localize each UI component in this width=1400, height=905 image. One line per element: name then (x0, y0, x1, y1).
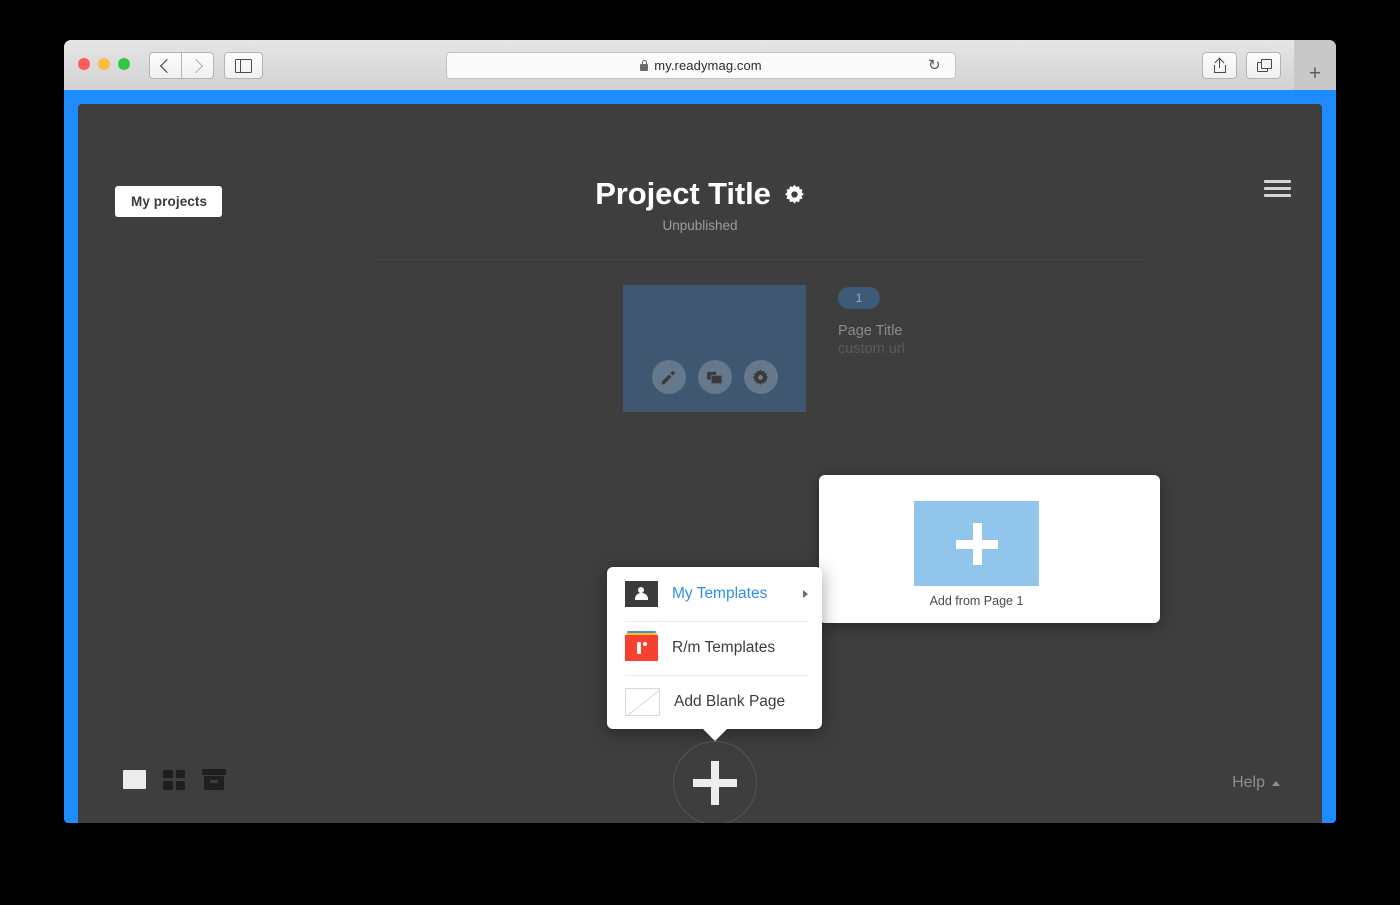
menu-pointer (701, 728, 728, 741)
accent-frame: My projects Project Title Unpublished 1 … (64, 90, 1336, 823)
forward-button[interactable] (182, 52, 214, 79)
browser-toolbar: my.readymag.com ↻ + (64, 40, 1336, 102)
page-url[interactable]: custom url (838, 341, 1008, 357)
minimize-window-button[interactable] (98, 58, 110, 70)
navigation-buttons (149, 52, 214, 79)
page-card: 1 Page Title custom url (623, 285, 905, 412)
chevron-right-icon (803, 590, 808, 598)
window-controls (78, 58, 130, 70)
chevron-right-icon (188, 58, 204, 73)
page-number-badge: 1 (838, 287, 880, 309)
page-thumbnail[interactable] (623, 285, 806, 412)
page-name[interactable]: Page Title (838, 323, 1008, 339)
page-meta: 1 Page Title custom url (838, 287, 1008, 357)
chevron-left-icon (159, 58, 175, 73)
browser-window: my.readymag.com ↻ + My projects Project … (64, 40, 1336, 823)
page-title: Project Title (595, 176, 771, 211)
archive-view-button[interactable] (202, 769, 226, 790)
user-icon (625, 581, 658, 607)
share-button[interactable] (1202, 52, 1237, 79)
edit-page-button[interactable] (651, 360, 686, 394)
page-settings-button[interactable] (743, 360, 778, 394)
gear-icon[interactable] (784, 184, 805, 205)
project-status: Unpublished (662, 218, 738, 233)
caret-up-icon (1272, 780, 1280, 786)
back-button[interactable] (149, 52, 182, 79)
add-page-context-menu: My Templates R/m Templates Add Blank Pag… (607, 567, 822, 741)
add-from-page-caption: Add from Page 1 (929, 594, 1024, 608)
blank-page-icon (625, 688, 660, 716)
add-from-page-thumbnail[interactable] (914, 501, 1039, 586)
menu-item-rm-templates[interactable]: R/m Templates (607, 621, 822, 675)
add-from-page-panel: Add from Page 1 (819, 475, 1160, 623)
project-header: Project Title Unpublished (78, 176, 1322, 233)
menu-item-add-blank-page[interactable]: Add Blank Page (607, 675, 822, 729)
sidebar-toggle-button[interactable] (224, 52, 263, 79)
single-view-button[interactable] (123, 770, 146, 789)
hamburger-menu-icon[interactable] (1264, 180, 1291, 197)
header-divider (373, 259, 1147, 260)
show-tabs-icon (1256, 59, 1272, 72)
menu-item-my-templates[interactable]: My Templates (607, 567, 822, 621)
menu-item-label: My Templates (672, 585, 768, 602)
view-mode-toolbar (123, 769, 226, 790)
project-title-row: Project Title (595, 176, 805, 212)
lock-icon (640, 59, 649, 71)
reload-icon[interactable]: ↻ (928, 58, 943, 73)
toolbar-right-buttons (1202, 52, 1281, 79)
plus-icon (955, 522, 998, 565)
help-label: Help (1232, 774, 1265, 791)
address-bar-content: my.readymag.com (640, 58, 762, 73)
help-button[interactable]: Help (1232, 774, 1280, 792)
add-page-button[interactable] (673, 741, 757, 823)
show-tabs-button[interactable] (1246, 52, 1281, 79)
screenshot-root: my.readymag.com ↻ + My projects Project … (0, 0, 1400, 905)
sidebar-toggle-icon (235, 58, 252, 73)
close-window-button[interactable] (78, 58, 90, 70)
share-icon (1213, 57, 1226, 73)
page-actions (651, 360, 778, 394)
menu-item-label: Add Blank Page (674, 693, 786, 710)
url-text: my.readymag.com (654, 58, 762, 73)
maximize-window-button[interactable] (118, 58, 130, 70)
readymag-app: My projects Project Title Unpublished 1 … (78, 104, 1322, 823)
grid-view-button[interactable] (163, 769, 185, 790)
menu-item-label: R/m Templates (672, 639, 776, 656)
address-bar[interactable]: my.readymag.com ↻ (446, 52, 956, 79)
duplicate-page-button[interactable] (697, 360, 732, 394)
plus-icon (693, 761, 737, 805)
readymag-templates-icon (625, 631, 658, 661)
